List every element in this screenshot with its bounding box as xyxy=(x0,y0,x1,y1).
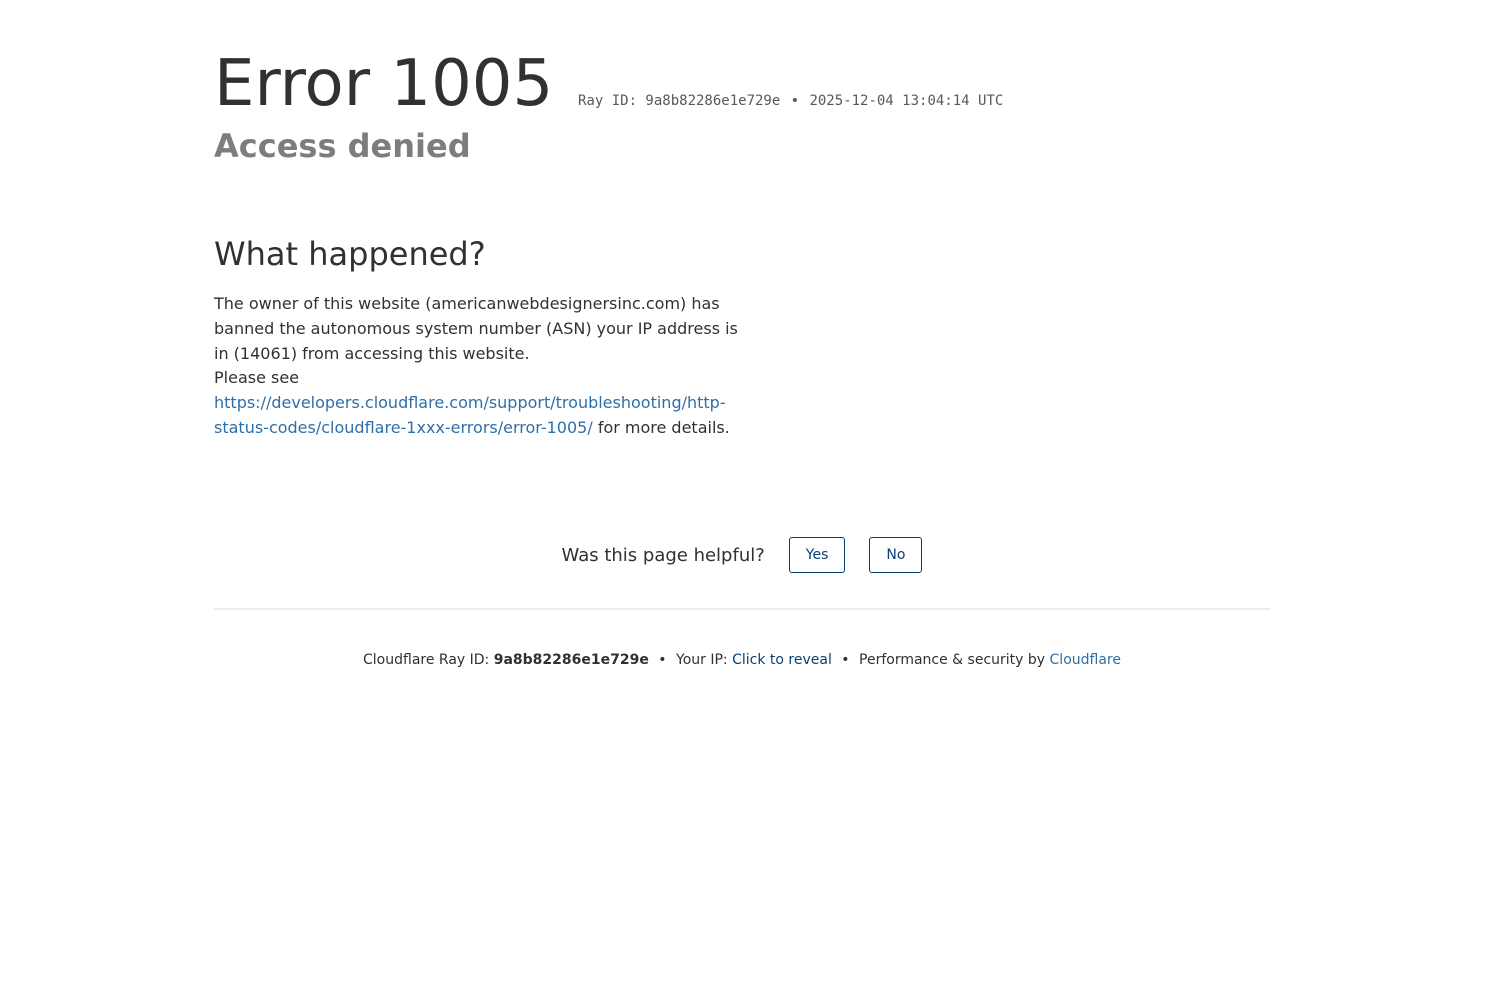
error-subtitle: Access denied xyxy=(214,127,471,165)
footer-separator: • xyxy=(841,652,850,668)
feedback-section: Was this page helpful? Yes No xyxy=(214,537,1270,577)
header-ray-id: Ray ID: 9a8b82286e1e729e xyxy=(578,93,781,109)
footer-separator: • xyxy=(658,652,667,668)
feedback-row: Was this page helpful? Yes No xyxy=(562,537,923,573)
footer-ip-label: Your IP: xyxy=(676,652,728,668)
what-happened-text: The owner of this website (americanwebde… xyxy=(214,292,754,441)
please-see-text: Please see xyxy=(214,368,300,388)
footer-perf-label: Performance & security by xyxy=(859,652,1046,668)
feedback-no-button[interactable]: No xyxy=(869,537,923,573)
what-happened-description: The owner of this website (americanwebde… xyxy=(214,294,738,363)
reveal-ip-button[interactable]: Click to reveal xyxy=(732,652,832,668)
cloudflare-link[interactable]: Cloudflare xyxy=(1050,652,1121,668)
more-details-text: for more details. xyxy=(597,417,730,437)
header-separator: • xyxy=(790,93,799,109)
error-title: Error 1005 xyxy=(214,47,554,121)
header-timestamp: 2025-12-04 13:04:14 UTC xyxy=(809,93,1004,109)
feedback-question: Was this page helpful? xyxy=(561,544,765,566)
footer-divider xyxy=(214,608,1270,610)
what-happened-section: What happened? The owner of this website… xyxy=(214,232,754,441)
footer-ray-value: 9a8b82286e1e729e xyxy=(493,652,649,668)
what-happened-title: What happened? xyxy=(214,235,486,273)
error-header: Error 1005 Ray ID: 9a8b82286e1e729e • 20… xyxy=(214,46,1270,176)
feedback-yes-button[interactable]: Yes xyxy=(788,537,846,573)
header-meta: Ray ID: 9a8b82286e1e729e • 2025-12-04 13… xyxy=(578,93,1003,109)
footer-ray-label: Cloudflare Ray ID: xyxy=(363,652,490,668)
footer: Cloudflare Ray ID: 9a8b82286e1e729e • Yo… xyxy=(214,652,1270,668)
